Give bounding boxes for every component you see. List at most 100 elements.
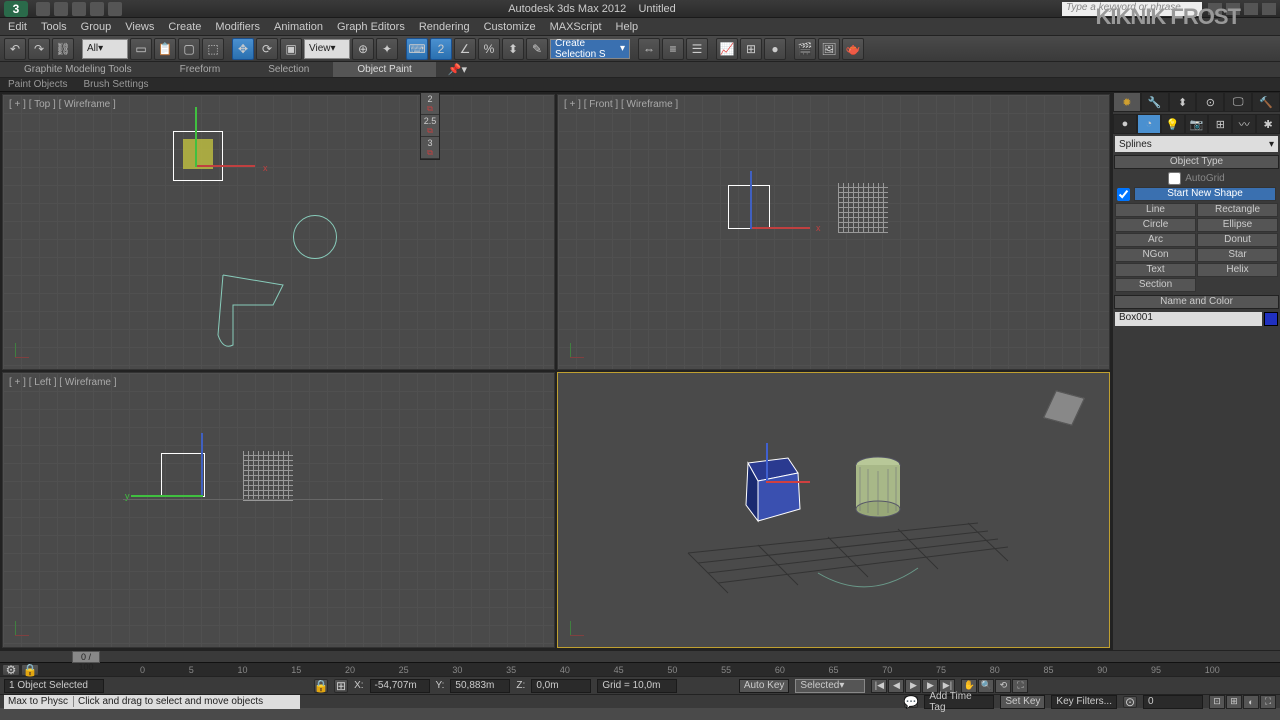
cat-helpers-icon[interactable]: ⊞: [1208, 114, 1232, 134]
spinner-snap-icon[interactable]: ⬍: [502, 38, 524, 60]
setkey-button[interactable]: Set Key: [1000, 695, 1045, 709]
named-selection[interactable]: Create Selection S ▾: [550, 39, 630, 59]
cmdtab-display-icon[interactable]: 🖵: [1224, 92, 1252, 112]
subtab-paintobjects[interactable]: Paint Objects: [8, 79, 67, 90]
render-icon[interactable]: 🫖: [842, 38, 864, 60]
viewport-label[interactable]: [ + ] [ Top ] [ Wireframe ]: [9, 99, 116, 110]
qat-open-icon[interactable]: [54, 2, 68, 16]
comm-center-icon[interactable]: 💬: [904, 696, 918, 708]
pivot-icon[interactable]: ⊕: [352, 38, 374, 60]
coord-x[interactable]: -54,707m: [370, 679, 430, 693]
maximize-icon[interactable]: [1244, 3, 1258, 15]
select-name-icon[interactable]: 📋: [154, 38, 176, 60]
coord-y[interactable]: 50,883m: [450, 679, 510, 693]
redo-icon[interactable]: ↷: [28, 38, 50, 60]
menu-animation[interactable]: Animation: [274, 21, 323, 33]
align-icon[interactable]: ≡: [662, 38, 684, 60]
menu-create[interactable]: Create: [168, 21, 201, 33]
viewport-perspective[interactable]: [557, 372, 1110, 648]
nav-fov-icon[interactable]: ◐: [1243, 695, 1259, 709]
edit-named-icon[interactable]: ✎: [526, 38, 548, 60]
menu-modifiers[interactable]: Modifiers: [215, 21, 260, 33]
startnewshape-checkbox[interactable]: [1117, 188, 1130, 201]
angle-snap-icon[interactable]: ∠: [454, 38, 476, 60]
cat-spacewarps-icon[interactable]: 〰: [1232, 114, 1256, 134]
autogrid-checkbox[interactable]: [1168, 172, 1181, 185]
menu-help[interactable]: Help: [616, 21, 639, 33]
time-slider-bar[interactable]: 0 / 100: [0, 650, 1280, 662]
start-new-shape-button[interactable]: Start New Shape: [1134, 187, 1276, 201]
menu-grapheditors[interactable]: Graph Editors: [337, 21, 405, 33]
selection-filter[interactable]: All ▾: [82, 39, 128, 59]
cat-cameras-icon[interactable]: 📷: [1185, 114, 1209, 134]
viewport-front[interactable]: [ + ] [ Front ] [ Wireframe ] x: [557, 94, 1110, 370]
viewport-label[interactable]: [ + ] [ Front ] [ Wireframe ]: [564, 99, 678, 110]
snap-25[interactable]: 2.5⧉: [421, 115, 439, 137]
nav-zoom-ext-icon[interactable]: ⊡: [1209, 695, 1225, 709]
btn-ngon[interactable]: NGon: [1115, 248, 1196, 262]
cmdtab-utilities-icon[interactable]: 🔨: [1252, 92, 1280, 112]
tab-selection[interactable]: Selection: [244, 62, 333, 77]
object-color-swatch[interactable]: [1264, 312, 1278, 326]
tab-graphite[interactable]: Graphite Modeling Tools: [0, 62, 156, 77]
category-dropdown[interactable]: Splines▾: [1115, 136, 1278, 152]
keyboard-shortcut-icon[interactable]: ⌨: [406, 38, 428, 60]
autokey-button[interactable]: Auto Key: [739, 679, 790, 693]
play-icon[interactable]: ▶: [905, 679, 921, 693]
btn-text[interactable]: Text: [1115, 263, 1196, 277]
material-editor-icon[interactable]: ●: [764, 38, 786, 60]
snap-toggle-icon[interactable]: 2: [430, 38, 452, 60]
cat-lights-icon[interactable]: 💡: [1161, 114, 1185, 134]
btn-donut[interactable]: Donut: [1197, 233, 1278, 247]
current-frame[interactable]: 0: [1143, 695, 1203, 709]
select-region-icon[interactable]: ▢: [178, 38, 200, 60]
rollout-objecttype[interactable]: Object Type: [1114, 155, 1279, 169]
select-rotate-icon[interactable]: ⟳: [256, 38, 278, 60]
nav-min-max-icon[interactable]: ⛶: [1260, 695, 1276, 709]
btn-ellipse[interactable]: Ellipse: [1197, 218, 1278, 232]
curve-editor-icon[interactable]: 📈: [716, 38, 738, 60]
cat-geometry-icon[interactable]: ●: [1113, 114, 1137, 134]
menu-maxscript[interactable]: MAXScript: [550, 21, 602, 33]
tab-freeform[interactable]: Freeform: [156, 62, 245, 77]
viewport-top[interactable]: [ + ] [ Top ] [ Wireframe ] x: [2, 94, 555, 370]
menu-views[interactable]: Views: [125, 21, 154, 33]
qat-redo-icon[interactable]: [108, 2, 122, 16]
cat-systems-icon[interactable]: ✱: [1256, 114, 1280, 134]
select-scale-icon[interactable]: ▣: [280, 38, 302, 60]
ribbon-pin-icon[interactable]: 📌▾: [436, 63, 479, 76]
subtab-brushsettings[interactable]: Brush Settings: [83, 79, 148, 90]
cmdtab-motion-icon[interactable]: ⊙: [1196, 92, 1224, 112]
close-icon[interactable]: [1262, 3, 1276, 15]
viewport-label[interactable]: [ + ] [ Left ] [ Wireframe ]: [9, 377, 117, 388]
viewport-left[interactable]: [ + ] [ Left ] [ Wireframe ] y: [2, 372, 555, 648]
cmdtab-modify-icon[interactable]: 🔧: [1141, 92, 1169, 112]
menu-group[interactable]: Group: [81, 21, 112, 33]
qat-undo-icon[interactable]: [90, 2, 104, 16]
btn-helix[interactable]: Helix: [1197, 263, 1278, 277]
add-time-tag[interactable]: Add Time Tag: [924, 695, 994, 709]
menu-edit[interactable]: Edit: [8, 21, 27, 33]
schematic-icon[interactable]: ⊞: [740, 38, 762, 60]
time-slider[interactable]: 0 / 100: [72, 651, 100, 663]
btn-circle[interactable]: Circle: [1115, 218, 1196, 232]
lock-selection-icon[interactable]: 🔒: [314, 679, 328, 693]
abs-rel-icon[interactable]: ⊞: [334, 679, 348, 693]
layers-icon[interactable]: ☰: [686, 38, 708, 60]
rollout-namecolor[interactable]: Name and Color: [1114, 295, 1279, 309]
goto-start-icon[interactable]: |◀: [871, 679, 887, 693]
qat-save-icon[interactable]: [72, 2, 86, 16]
btn-section[interactable]: Section: [1115, 278, 1196, 292]
cmdtab-hierarchy-icon[interactable]: ⬍: [1169, 92, 1197, 112]
track-lock-icon[interactable]: 🔒: [21, 664, 39, 676]
track-cfg-icon[interactable]: ⚙: [2, 664, 20, 676]
render-frame-icon[interactable]: 🖼: [818, 38, 840, 60]
snap-3[interactable]: 3⧉: [421, 137, 439, 159]
menu-customize[interactable]: Customize: [484, 21, 536, 33]
cat-shapes-icon[interactable]: ◔: [1137, 114, 1161, 134]
coord-z[interactable]: 0,0m: [531, 679, 591, 693]
manipulate-icon[interactable]: ✦: [376, 38, 398, 60]
ref-coord[interactable]: View ▾: [304, 39, 350, 59]
object-name-input[interactable]: Box001: [1115, 312, 1262, 326]
btn-arc[interactable]: Arc: [1115, 233, 1196, 247]
